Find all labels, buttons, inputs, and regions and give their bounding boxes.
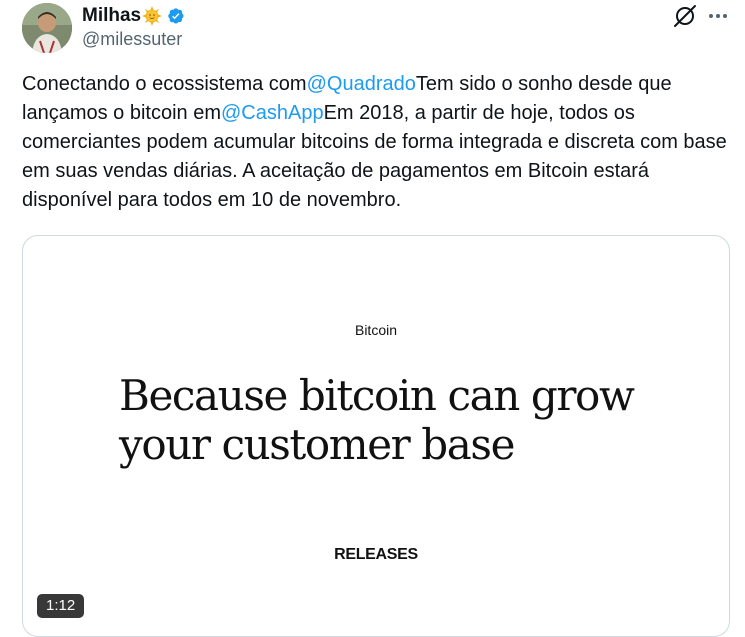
sun-face-emoji-icon	[142, 6, 163, 26]
tweet-text-segment: Conectando o ecossistema com	[22, 73, 307, 95]
author-display-name[interactable]: Milhas	[82, 5, 141, 27]
more-options-icon[interactable]	[705, 3, 731, 29]
avatar[interactable]	[22, 3, 72, 53]
video-label: Bitcoin	[354, 322, 398, 338]
tweet-header: Milhas @milessuter	[0, 0, 745, 60]
grok-icon[interactable]	[672, 3, 698, 29]
author-name-row: Milhas	[82, 4, 185, 28]
author-handle[interactable]: @milessuter	[82, 29, 182, 50]
verified-badge-icon[interactable]	[165, 6, 185, 26]
video-duration-badge: 1:12	[37, 594, 85, 618]
tweet-text: Conectando o ecossistema com@QuadradoTem…	[22, 70, 737, 215]
mention-link[interactable]: @CashApp	[221, 102, 324, 124]
mention-link[interactable]: @Quadrado	[307, 73, 416, 95]
video-headline: Because bitcoin can grow your customer b…	[119, 371, 635, 469]
video-player[interactable]: Bitcoin Because bitcoin can grow your cu…	[22, 235, 730, 637]
video-footer-text: RELEASES	[334, 546, 418, 563]
